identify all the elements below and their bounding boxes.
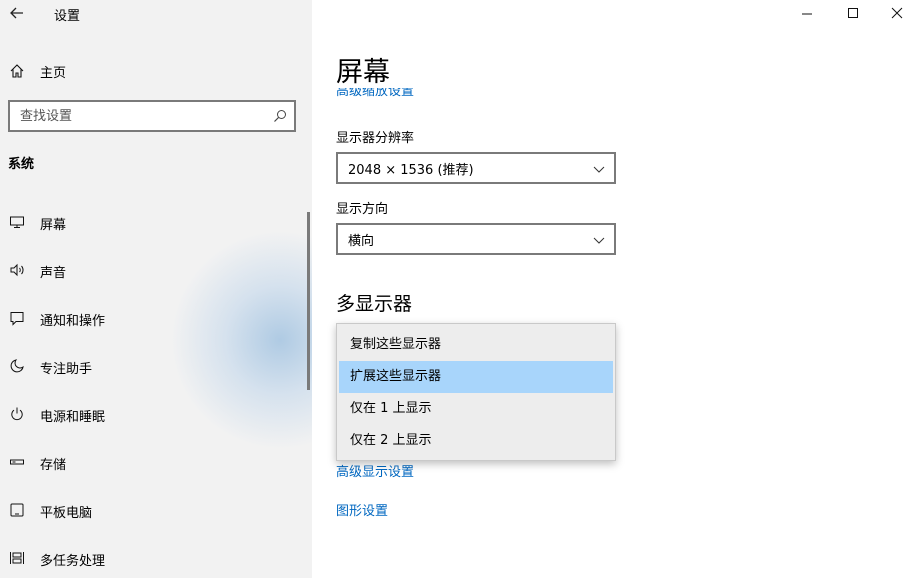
- resolution-label: 显示器分辨率: [336, 131, 415, 146]
- sidebar-item-label: 电源和睡眠: [40, 410, 106, 425]
- chevron-down-icon: [592, 162, 606, 176]
- sidebar-item-label: 专注助手: [40, 362, 93, 377]
- tablet-icon: [8, 501, 26, 519]
- dropdown-option-show-only-2[interactable]: 仅在 2 上显示: [339, 425, 613, 457]
- storage-icon: [8, 453, 26, 471]
- search-input[interactable]: [10, 102, 260, 130]
- notification-icon: [8, 309, 26, 327]
- multitask-icon: [8, 549, 26, 567]
- back-arrow-icon[interactable]: [6, 2, 28, 24]
- sidebar-item-label: 平板电脑: [40, 506, 93, 521]
- chevron-down-icon: [592, 233, 606, 247]
- dropdown-option-duplicate[interactable]: 复制这些显示器: [339, 329, 613, 361]
- sidebar-item-label: 通知和操作: [40, 314, 106, 329]
- advanced-display-link[interactable]: 高级显示设置: [336, 461, 414, 480]
- sidebar-scrollbar[interactable]: [307, 212, 310, 390]
- moon-icon: [8, 357, 26, 375]
- sidebar-item-label: 存储: [40, 458, 67, 473]
- sidebar: 设置 主页 系统 屏幕 声音 通知和操作 专注助手: [0, 0, 312, 578]
- minimize-icon[interactable]: [796, 2, 818, 24]
- advanced-scaling-link[interactable]: 高级缩放设置: [336, 88, 414, 102]
- sidebar-item-home[interactable]: 主页: [0, 58, 312, 84]
- sidebar-item-focus-assist[interactable]: 专注助手: [0, 348, 308, 384]
- sidebar-item-label: 主页: [40, 65, 67, 81]
- graphics-settings-link[interactable]: 图形设置: [336, 500, 388, 519]
- main-content: 屏幕 高级缩放设置 显示器分辨率 2048 × 1536 (推荐) 显示方向 横…: [312, 0, 908, 578]
- window-title: 设置: [54, 9, 81, 24]
- search-icon[interactable]: [272, 108, 288, 124]
- sidebar-item-multitasking[interactable]: 多任务处理: [0, 540, 308, 576]
- speaker-icon: [8, 261, 26, 279]
- home-icon: [8, 62, 26, 80]
- orientation-select[interactable]: 横向: [336, 223, 616, 255]
- multi-display-heading: 多显示器: [336, 293, 413, 315]
- section-title: 系统: [8, 157, 35, 172]
- dropdown-option-show-only-1[interactable]: 仅在 1 上显示: [339, 393, 613, 425]
- sidebar-item-sound[interactable]: 声音: [0, 252, 308, 288]
- search-box[interactable]: [8, 100, 296, 132]
- power-icon: [8, 405, 26, 423]
- sidebar-item-label: 多任务处理: [40, 554, 106, 569]
- maximize-icon[interactable]: [842, 2, 864, 24]
- page-title: 屏幕: [336, 57, 390, 88]
- orientation-value: 横向: [348, 233, 375, 249]
- sidebar-item-notifications[interactable]: 通知和操作: [0, 300, 308, 336]
- resolution-value: 2048 × 1536 (推荐): [348, 162, 474, 178]
- dropdown-option-extend[interactable]: 扩展这些显示器: [339, 361, 613, 393]
- sidebar-item-label: 声音: [40, 266, 67, 281]
- sidebar-item-power[interactable]: 电源和睡眠: [0, 396, 308, 432]
- close-icon[interactable]: [886, 2, 908, 24]
- orientation-label: 显示方向: [336, 202, 389, 217]
- resolution-select[interactable]: 2048 × 1536 (推荐): [336, 152, 616, 184]
- monitor-icon: [8, 213, 26, 231]
- sidebar-item-display[interactable]: 屏幕: [0, 204, 308, 240]
- multi-display-dropdown[interactable]: 复制这些显示器 扩展这些显示器 仅在 1 上显示 仅在 2 上显示: [336, 323, 616, 461]
- sidebar-item-storage[interactable]: 存储: [0, 444, 308, 480]
- sidebar-item-tablet[interactable]: 平板电脑: [0, 492, 308, 528]
- sidebar-item-label: 屏幕: [40, 218, 67, 233]
